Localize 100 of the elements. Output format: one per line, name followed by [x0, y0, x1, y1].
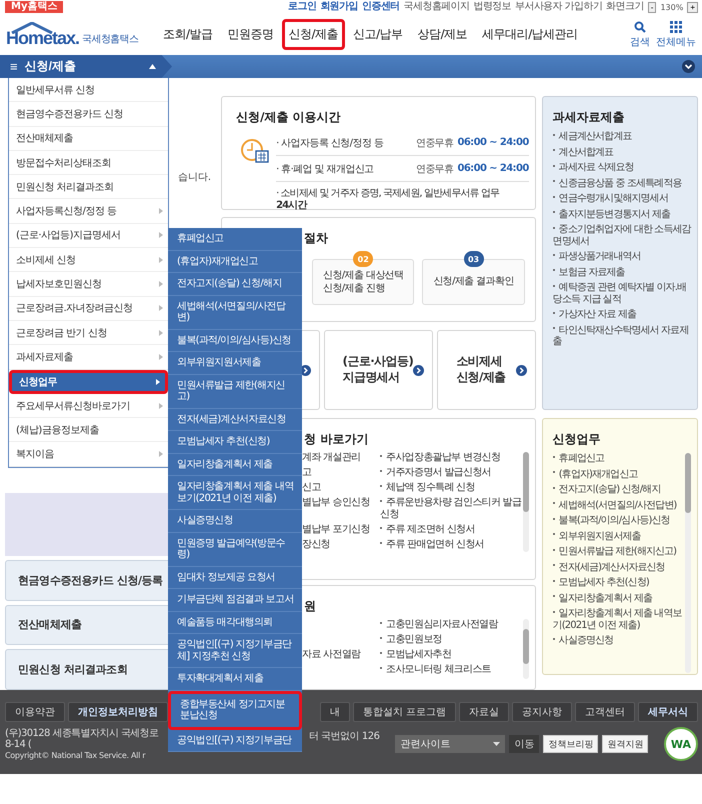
scrollbar[interactable]: [522, 452, 529, 552]
submenu-item[interactable]: 전자고지(송달) 신청/해지: [168, 273, 302, 296]
shortcut-link[interactable]: 체납액 징수특례 신청: [380, 482, 523, 494]
shortcut-link[interactable]: 계좌 개설관리: [302, 452, 380, 464]
panel-link[interactable]: 일자리창출계획서 제출 내역보기(2021년 이전 제출): [552, 608, 682, 631]
panel-link[interactable]: 전자고지(송달) 신청/해지: [552, 484, 682, 496]
menu-item[interactable]: 민원신청 처리결과조회: [9, 175, 168, 200]
shortcut-link[interactable]: 신고: [302, 482, 380, 494]
panel-link[interactable]: 예탁증권 관련 예탁자별 이자.배당소득 지급 실적: [552, 282, 691, 305]
submenu-item[interactable]: 불복(과적/이의/심사등)신청: [168, 330, 302, 352]
top-link[interactable]: 로그인: [288, 1, 316, 13]
submenu-item[interactable]: 투자확대계획서 제출: [168, 668, 302, 690]
scrollbar[interactable]: [685, 453, 691, 673]
panel-link[interactable]: 신종금융상품 중 조세특례적용: [552, 178, 691, 189]
chevron-down-icon[interactable]: [682, 60, 695, 73]
panel-link[interactable]: 전자(세금)계산서자료신청: [552, 562, 682, 573]
tool-link[interactable]: 검색: [630, 20, 650, 48]
panel-link[interactable]: 일자리창출계획서 제출: [552, 592, 682, 604]
panel-link[interactable]: 민원서류발급 제한(해지신고): [552, 546, 682, 558]
shortcut-link[interactable]: 별납부 포기신청: [302, 524, 380, 536]
submenu-item[interactable]: 전자(세금)계산서자료신청: [168, 408, 302, 431]
panel-link[interactable]: 세법해석(서면질의/사전답변): [552, 500, 682, 511]
nav-tab[interactable]: 상담/제보: [410, 19, 474, 50]
submenu-item[interactable]: 기부금단체 점검결과 보고서: [168, 589, 302, 612]
footer-link[interactable]: 개인정보처리방침: [68, 702, 168, 722]
footer-link[interactable]: 이용약관: [5, 702, 65, 722]
panel-link[interactable]: 불복(과적/이의/심사등)신청: [552, 515, 682, 526]
panel-link[interactable]: 연금수령개시및해지명세서: [552, 193, 691, 204]
submenu-item[interactable]: 예술품등 매각대행의뢰: [168, 612, 302, 634]
panel-link[interactable]: 출자지분등변경통지서 제출: [552, 208, 691, 220]
submenu-item[interactable]: 세법해석(서면질의/사전답변): [168, 296, 302, 330]
shortcut-link[interactable]: 모범납세자추천: [380, 649, 523, 661]
panel-link[interactable]: 계산서합계표: [552, 146, 691, 158]
shortcut-link[interactable]: 장신청: [302, 539, 380, 551]
menu-item[interactable]: 사업자등록신청/정정 등: [9, 199, 168, 224]
top-link[interactable]: 국세청홈페이지: [404, 1, 470, 13]
nav-tab[interactable]: 신고/납부: [346, 19, 410, 50]
shortcut-link[interactable]: 별납부 승인신청: [302, 497, 380, 521]
panel-link[interactable]: 가상자산 자료 제출: [552, 309, 691, 320]
category-menu-button[interactable]: ≡ 신청/제출: [0, 55, 172, 78]
related-sites-select[interactable]: 관련사이트: [395, 735, 506, 753]
shortcut-link[interactable]: 조사모니터링 체크리스트: [380, 664, 523, 676]
shortcut-link[interactable]: 고: [302, 467, 380, 479]
remote-support-button[interactable]: 원격지원: [602, 735, 648, 753]
menu-item[interactable]: 방문접수처리상태조회: [9, 150, 168, 176]
top-link[interactable]: 법령정보: [473, 1, 511, 13]
panel-link[interactable]: 외부위원지원서제출: [552, 530, 682, 542]
nav-tab[interactable]: 조회/발급: [156, 19, 220, 50]
panel-link[interactable]: 타인신탁재산수탁명세서 자료제출: [552, 324, 691, 348]
shortcut-link[interactable]: 고충민원보정: [380, 634, 523, 646]
nav-tab[interactable]: 민원증명: [220, 19, 281, 50]
panel-link[interactable]: 세금계산서합계표: [552, 131, 691, 142]
submenu-item[interactable]: 모범납세자 추천(신청): [168, 431, 302, 454]
scrollbar[interactable]: [522, 619, 529, 679]
submenu-item[interactable]: 외부위원지원서제출: [168, 352, 302, 374]
shortcut-link[interactable]: 거주자증명서 발급신청서: [380, 467, 523, 479]
submenu-item[interactable]: (휴업자)재개업신고: [168, 250, 302, 273]
submenu-item[interactable]: 민원증명 발급예약(방문수령): [168, 532, 302, 566]
zoom-in-button[interactable]: +: [687, 2, 698, 12]
panel-link[interactable]: 파생상품거래내역서: [552, 251, 691, 262]
footer-link[interactable]: 자료실: [459, 702, 509, 722]
submenu-item[interactable]: 민원서류발급 제한(해지신고): [168, 374, 302, 408]
nav-tab[interactable]: 신청/제출: [282, 19, 346, 50]
footer-link[interactable]: 내: [320, 702, 350, 722]
shortcut-link[interactable]: 주사업장총괄납부 변경신청: [380, 452, 523, 464]
shortcut-link[interactable]: 고충민원심리자료사전열람: [380, 619, 523, 631]
menu-item[interactable]: 신청업무: [9, 370, 168, 394]
top-link[interactable]: 인증센터: [362, 1, 400, 13]
panel-link[interactable]: 중소기업취업자에 대한 소득세감면명세서: [552, 224, 691, 247]
submenu-item[interactable]: 종합부동산세 정기고지분 분납신청: [168, 690, 302, 730]
menu-card[interactable]: (근로·사업등) 지급명세서: [324, 330, 434, 410]
panel-link[interactable]: 과세자료 삭제요청: [552, 162, 691, 174]
submenu-item[interactable]: 공익법인[(구) 지정기부금단체] 지정추천 신청: [168, 634, 302, 668]
logo[interactable]: Hometax.: [6, 28, 80, 49]
panel-link[interactable]: 사실증명신청: [552, 635, 682, 646]
tool-link[interactable]: 전체메뉴: [656, 20, 696, 48]
nav-tab[interactable]: 세무대리/납세관리: [475, 19, 585, 50]
submenu-item[interactable]: 임대차 정보제공 요청서: [168, 566, 302, 589]
submenu-item[interactable]: 휴폐업신고: [168, 228, 302, 250]
submenu-item[interactable]: 일자리창출계획서 제출: [168, 454, 302, 476]
shortcut-link[interactable]: 주류 판매업면허 신청서: [380, 539, 523, 551]
shortcut-link[interactable]: 자료 사전열람: [302, 649, 380, 661]
panel-link[interactable]: 모범납세자 추천(신청): [552, 577, 682, 588]
submenu-item[interactable]: 일자리창출계획서 제출 내역보기(2021년 이전 제출): [168, 476, 302, 510]
policy-briefing-button[interactable]: 정책브리핑: [543, 735, 598, 753]
my-hometax-tab[interactable]: My홈택스: [5, 1, 64, 13]
submenu-item[interactable]: 사실증명신청: [168, 510, 302, 532]
shortcut-link[interactable]: 주류 제조면허 신청서: [380, 524, 523, 536]
zoom-out-button[interactable]: -: [648, 2, 656, 12]
menu-item[interactable]: 현금영수증전용카드 신청: [9, 102, 168, 127]
top-link[interactable]: 부서사용자 가입하기: [514, 1, 602, 13]
panel-link[interactable]: 휴폐업신고: [552, 453, 682, 464]
top-link[interactable]: 회원가입: [320, 1, 358, 13]
menu-item[interactable]: 일반세무서류 신청: [9, 78, 168, 102]
panel-link[interactable]: (휴업자)재개업신고: [552, 468, 682, 480]
submenu-item[interactable]: 공익법인[(구) 지정기부금단: [168, 730, 302, 752]
panel-link[interactable]: 보험금 자료제출: [552, 266, 691, 278]
footer-link[interactable]: 세무서식: [638, 702, 698, 722]
footer-link[interactable]: 공지사항: [512, 702, 572, 722]
footer-link[interactable]: 통합설치 프로그램: [352, 702, 456, 722]
